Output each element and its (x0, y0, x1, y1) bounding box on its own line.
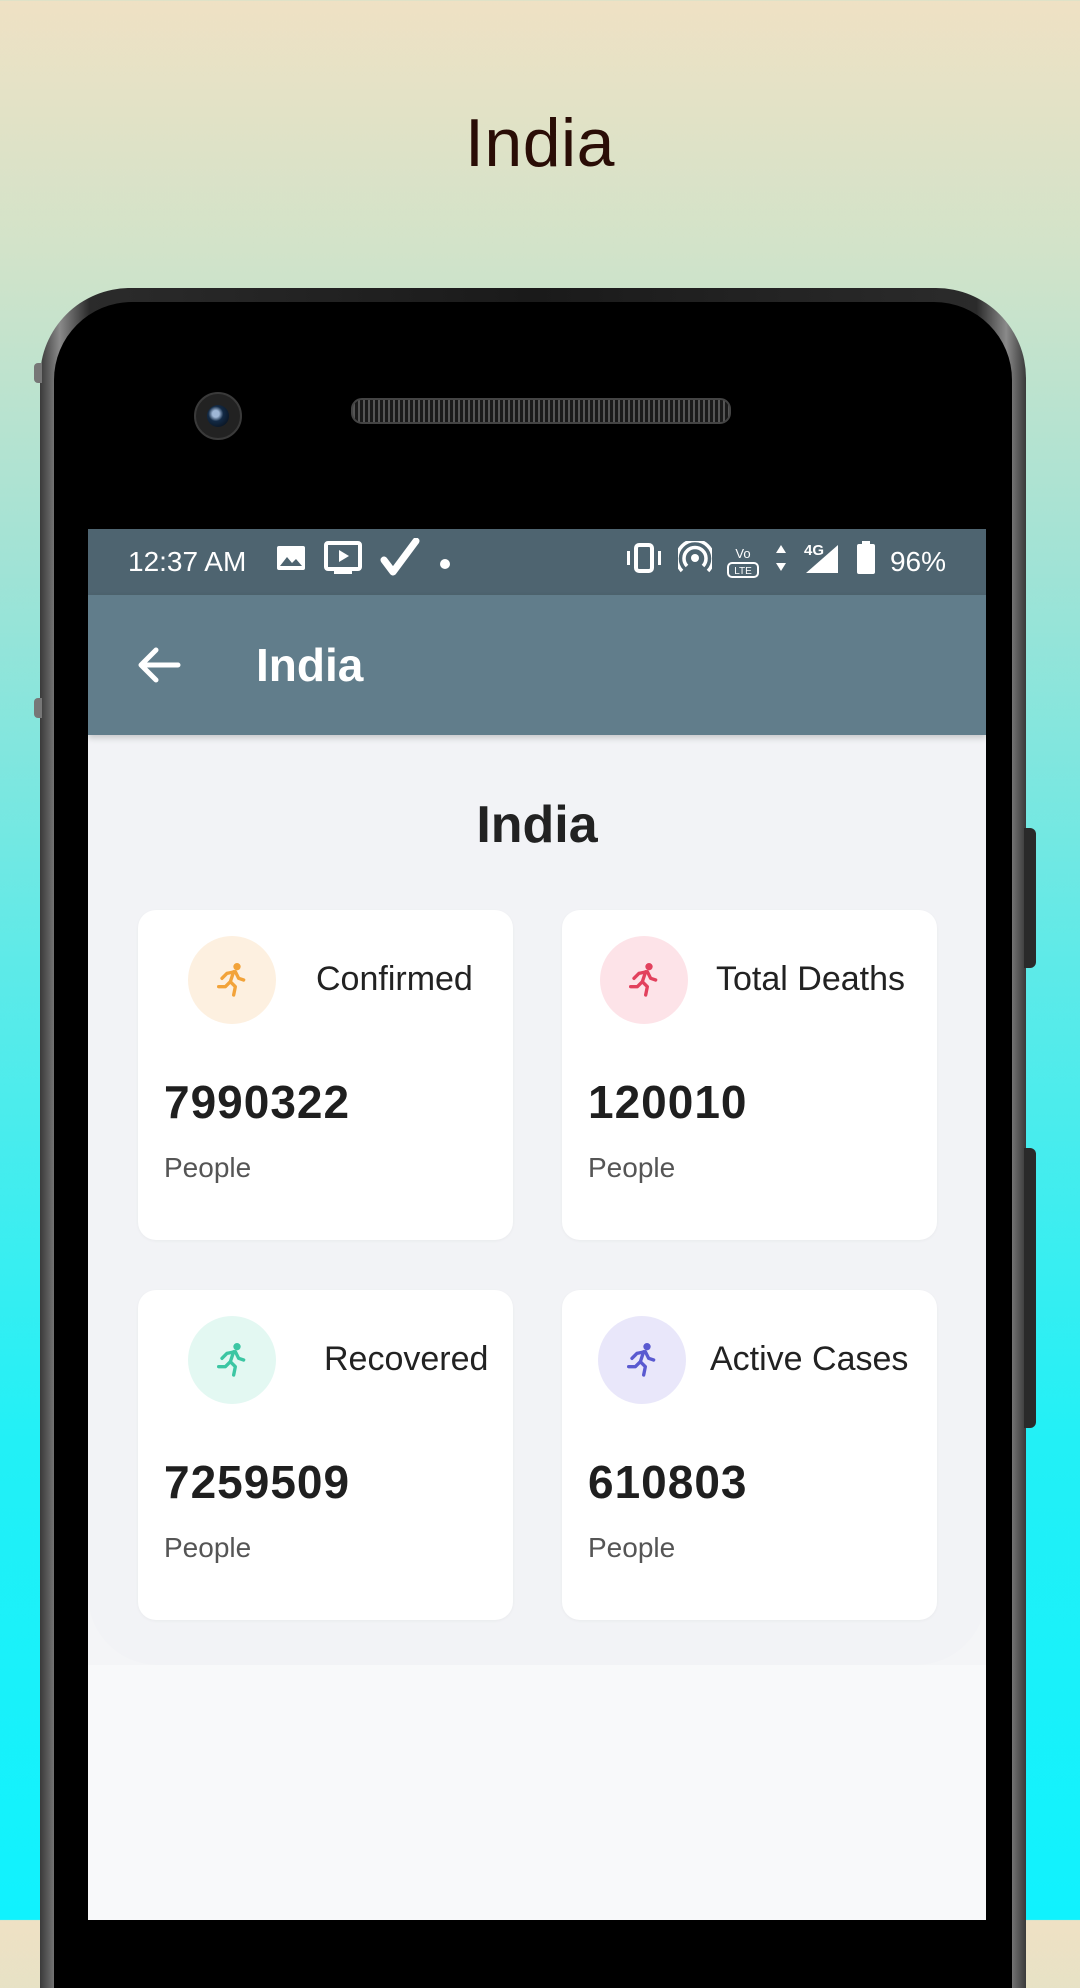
svg-text:LTE: LTE (734, 566, 752, 577)
arrow-left-icon (138, 647, 181, 683)
recovered-card[interactable]: Recovered 7259509 People (138, 1290, 513, 1620)
svg-text:4G: 4G (804, 542, 824, 559)
check-icon (380, 537, 420, 586)
confirmed-unit: People (164, 1152, 252, 1183)
hotspot-icon (675, 538, 715, 583)
runner-icon (217, 963, 246, 997)
confirmed-card[interactable]: Confirmed 7990322 People (138, 910, 513, 1240)
total-deaths-card[interactable]: Total Deaths 120010 People (562, 910, 937, 1240)
recovered-value: 7259509 (164, 1456, 351, 1508)
runner-icon (627, 1343, 656, 1377)
image-icon (276, 544, 306, 580)
total-deaths-icon-badge (600, 936, 688, 1024)
vibrate-icon (624, 543, 664, 581)
phone-side-button (34, 363, 42, 383)
front-camera (194, 392, 242, 440)
cast-icon (324, 541, 363, 583)
signal-icon: 4G (802, 541, 842, 583)
empty-area (88, 1665, 986, 1920)
battery-percent: 96% (889, 546, 946, 577)
runner-icon (629, 963, 658, 997)
active-cases-card[interactable]: Active Cases 610803 People (562, 1290, 937, 1620)
app-bar: India (88, 595, 986, 735)
volte-icon: Vo LTE (726, 543, 760, 581)
active-cases-label: Active Cases (710, 1340, 909, 1378)
svg-text:Vo: Vo (735, 546, 750, 561)
recovered-unit: People (164, 1532, 252, 1563)
phone-side-button (34, 698, 42, 718)
status-time: 12:37 AM (128, 546, 247, 577)
battery-icon (856, 541, 876, 583)
dot-icon (438, 545, 452, 579)
active-cases-icon-badge (598, 1316, 686, 1404)
runner-icon (217, 1343, 246, 1377)
confirmed-label: Confirmed (316, 960, 473, 998)
earpiece-speaker (351, 398, 731, 424)
content-container: India Confirmed 7990322 People Total Dea… (88, 735, 986, 1665)
total-deaths-label: Total Deaths (716, 960, 905, 998)
status-bar: 12:37 AM Vo LTE 4G 96% (88, 529, 986, 595)
total-deaths-unit: People (588, 1152, 676, 1183)
back-button[interactable] (134, 640, 184, 690)
confirmed-value: 7990322 (164, 1076, 351, 1128)
app-screen: 12:37 AM Vo LTE 4G 96% India India Confi… (88, 529, 986, 1920)
confirmed-icon-badge (188, 936, 276, 1024)
active-cases-value: 610803 (588, 1456, 748, 1508)
data-arrows-icon (774, 543, 788, 581)
phone-volume-button (1024, 1148, 1036, 1428)
recovered-icon-badge (188, 1316, 276, 1404)
page-title: India (476, 796, 598, 854)
total-deaths-value: 120010 (588, 1076, 748, 1128)
recovered-label: Recovered (324, 1340, 489, 1378)
active-cases-unit: People (588, 1532, 676, 1563)
promo-title: India (465, 105, 615, 181)
phone-volume-button (1024, 828, 1036, 968)
app-bar-title: India (256, 639, 364, 691)
